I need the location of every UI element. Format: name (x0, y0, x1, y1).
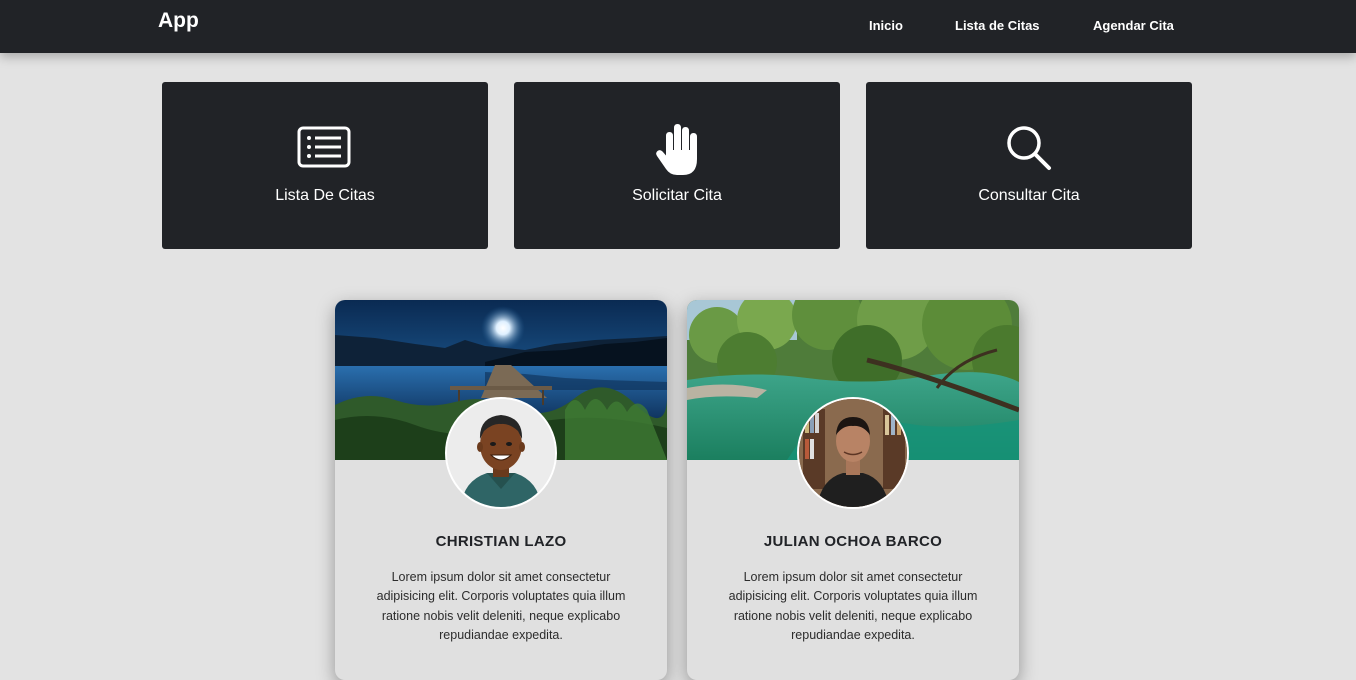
nav-link-inicio[interactable]: Inicio (869, 18, 903, 33)
brand-logo[interactable]: App (158, 9, 199, 33)
tile-consultar-cita[interactable]: Consultar Cita (866, 82, 1192, 249)
nav-link-lista-de-citas[interactable]: Lista de Citas (955, 18, 1040, 33)
tile-label: Solicitar Cita (632, 187, 722, 204)
nav-link-agendar-cita[interactable]: Agendar Cita (1093, 18, 1174, 33)
avatar (445, 397, 557, 509)
tile-lista-de-citas[interactable]: Lista De Citas (162, 82, 488, 249)
profile-card: CHRISTIAN LAZO Lorem ipsum dolor sit ame… (335, 300, 667, 680)
tile-label: Consultar Cita (978, 187, 1080, 204)
list-icon (297, 126, 351, 168)
tile-solicitar-cita[interactable]: Solicitar Cita (514, 82, 840, 249)
card-description: Lorem ipsum dolor sit amet consectetur a… (728, 570, 978, 642)
cartoon-avatar-icon (447, 399, 555, 507)
card-name: CHRISTIAN LAZO (435, 533, 567, 550)
search-icon (1007, 126, 1051, 170)
card-name: JULIAN OCHOA BARCO (763, 533, 943, 550)
photo-avatar-icon (799, 399, 907, 507)
card-description: Lorem ipsum dolor sit amet consectetur a… (376, 570, 626, 642)
tile-label: Lista De Citas (275, 187, 375, 204)
hand-icon (656, 124, 697, 175)
avatar (797, 397, 909, 509)
navbar: App Inicio Lista de Citas Agendar Cita (0, 0, 1356, 53)
profile-card: JULIAN OCHOA BARCO Lorem ipsum dolor sit… (687, 300, 1019, 680)
